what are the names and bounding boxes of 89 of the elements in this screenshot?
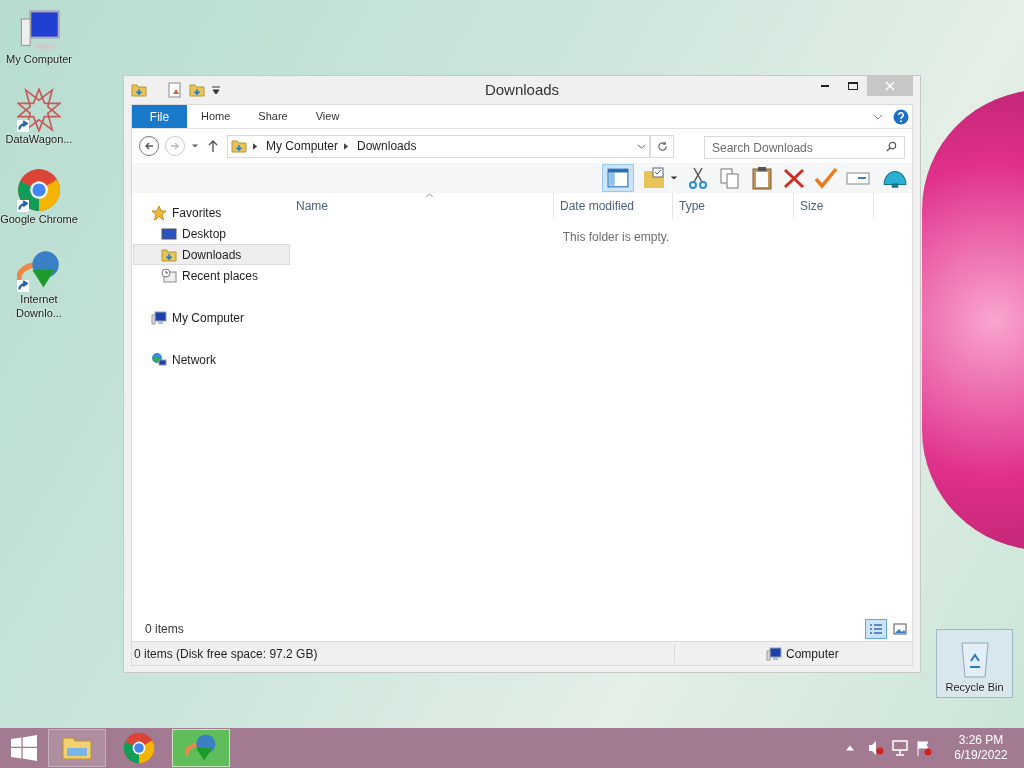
computer-icon [766,645,782,662]
star-icon [151,204,167,221]
recent-places-icon [161,267,177,284]
caret-icon[interactable] [191,142,199,150]
shortcut-arrow-icon [17,200,29,212]
shortcut-label: My Computer [5,52,73,66]
address-bar[interactable]: My Computer Downloads [227,134,650,158]
shortcut-label: Recycle Bin [945,679,1004,695]
scissors-icon[interactable] [686,166,710,190]
network-icon [151,351,167,368]
desktop-shortcut[interactable]: Internet Downlo... [0,248,78,320]
desktop-shortcut[interactable]: Google Chrome [0,168,78,226]
shortcut-label: Google Chrome [0,212,78,226]
nav-item[interactable]: Desktop [133,223,290,244]
clock-time: 3:26 PM [958,733,1004,748]
nav-label: My Computer [172,309,245,327]
nav-item[interactable]: My Computer [133,307,290,328]
clock-date: 6/19/2022 [954,748,1008,763]
desktop-shortcut[interactable]: DataWagon... [0,88,78,146]
chevron-down-icon[interactable] [637,141,646,151]
new-folder-icon [189,82,205,98]
chrome-icon [123,732,155,764]
folder-check-icon[interactable] [642,166,666,190]
nav-item[interactable]: Network [133,349,290,370]
downloads-folder-icon [231,138,247,154]
nav-label: Desktop [182,225,227,243]
clock[interactable]: 3:26 PM 6/19/2022 [950,733,1012,763]
search-icon [886,140,897,152]
breadcrumb-arrow-icon [344,142,350,150]
nav-label: Downloads [182,246,242,264]
ribbon-tab[interactable]: View [301,105,354,128]
delete-x-icon[interactable] [782,166,806,190]
details-view-button[interactable] [865,619,887,639]
refresh-button[interactable] [650,134,674,158]
chrome-icon [17,168,61,212]
window-title: Downloads [484,79,560,100]
nav-label: Favorites [172,204,222,222]
thumbnail-view-icon[interactable] [893,623,907,635]
back-arrow-icon [144,141,154,151]
file-tab[interactable]: File [132,105,187,128]
status-text: 0 items (Disk free space: 97.2 GB) [132,644,675,663]
downloads-folder-icon [161,246,177,263]
forward-arrow-icon [170,141,180,151]
close-icon [885,81,895,91]
preview-pane-button[interactable] [602,164,634,192]
shortcut-arrow-icon [17,120,29,132]
nav-item[interactable]: Downloads [133,244,290,265]
pane-layout-icon [607,168,629,188]
clipboard-icon[interactable] [750,166,774,190]
nav-label: Network [172,351,216,369]
desktop-shortcut[interactable]: Recycle Bin [936,629,1013,698]
properties-icon [167,82,183,98]
nav-item[interactable]: Recent places [133,265,290,286]
ribbon-tab[interactable]: Share [244,105,302,128]
column-header[interactable]: Date modified [554,193,673,219]
shortcut-arrow-icon [17,280,29,292]
folder-icon [131,82,147,98]
speaker-muted-icon[interactable] [868,740,884,756]
windows-logo-icon [11,735,37,761]
caret-icon[interactable] [670,174,678,182]
refresh-icon [656,140,668,152]
flag-alert-icon[interactable] [916,740,932,756]
status-location: Computer [786,645,839,663]
shortcut-label: DataWagon... [4,132,74,146]
breadcrumb[interactable]: My Computer [266,137,339,155]
breadcrumb[interactable]: Downloads [357,137,417,155]
nav-label: Recent places [182,267,259,285]
breadcrumb-arrow-icon [253,142,258,150]
network-monitor-icon[interactable] [892,740,908,756]
nav-item[interactable]: Favorites [133,202,290,223]
desktop-icon [161,225,177,242]
column-header[interactable]: Size [794,193,874,219]
desktop-shortcut[interactable]: My Computer [0,8,78,66]
column-header[interactable]: Name [290,193,554,219]
checkmark-icon[interactable] [814,166,838,190]
details-list-icon [869,623,883,635]
column-header[interactable]: Type [673,193,794,219]
help-icon [893,108,909,125]
ribbon-tab[interactable]: Home [187,105,245,128]
caret-icon [211,85,221,95]
star-pattern-icon [17,88,61,132]
up-caret-icon[interactable] [846,745,854,751]
empty-folder-message: This folder is empty. [562,229,670,246]
item-count: 0 items [145,621,184,638]
taskbar-app-button[interactable] [172,729,230,767]
search-field[interactable]: Search Downloads [704,136,905,159]
computer-icon [151,309,167,326]
up-arrow-icon[interactable] [208,140,218,152]
shortcut-label: Internet Downlo... [15,292,63,320]
